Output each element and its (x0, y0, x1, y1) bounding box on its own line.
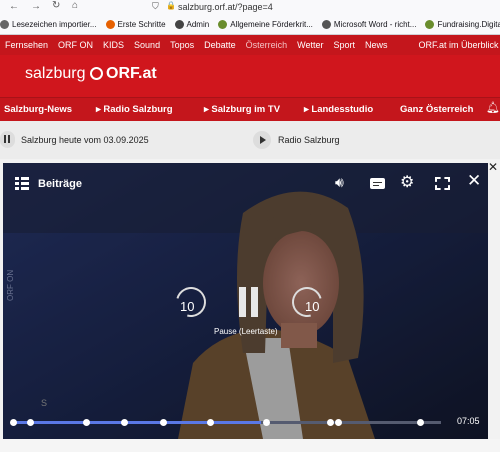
progress-track[interactable] (10, 419, 441, 426)
subnav-item[interactable]: Ganz Österreich (394, 104, 484, 115)
orf-nav-item[interactable]: Sound (134, 40, 160, 50)
pause-audio-button[interactable] (0, 131, 15, 148)
url-bar[interactable]: salzburg.orf.at/?page=4 (178, 2, 273, 12)
bookmark-label: Fundraising.Digital 20... (437, 20, 500, 29)
section-label[interactable]: Beiträge (38, 178, 82, 190)
bookmark-label: Microsoft Word - richt... (333, 20, 417, 29)
audio-row: Salzburg heute vom 03.09.2025 Radio Salz… (0, 121, 500, 159)
overlay-close-icon[interactable]: ✕ (488, 160, 498, 174)
pause-icon (4, 135, 6, 143)
close-icon[interactable]: ✕ (467, 171, 481, 191)
regional-subnav: Salzburg-News ▸ Radio Salzburg ▸ Salzburg … (0, 97, 500, 121)
home-icon[interactable]: ⌂ (72, 0, 78, 11)
video-player[interactable]: Beiträge 🔊︎ ⚙ ✕ ORF ON 10 10 Pause (Leer… (3, 163, 488, 439)
orf-nav-item[interactable]: KIDS (103, 40, 124, 50)
bookmark-item[interactable]: Admin (174, 20, 210, 29)
bookmark-label: Allgemeine Förderkrit... (230, 20, 313, 29)
subnav-item[interactable]: ▸ Landesstudio (298, 104, 394, 115)
pause-button[interactable] (237, 287, 261, 319)
shield-icon[interactable]: ⛉ (152, 1, 159, 12)
settings-gear-icon[interactable]: ⚙ (400, 172, 414, 192)
site-icon (425, 20, 435, 29)
folder-icon (174, 20, 184, 29)
subnav-item[interactable]: ▸ Radio Salzburg (90, 104, 198, 115)
bookmark-item[interactable]: Erste Schritte (105, 20, 166, 29)
station-letter: S (41, 398, 48, 408)
subnav-label: ▸ Landesstudio (304, 104, 374, 115)
subnav-label: Salzburg-News (4, 104, 73, 115)
subnav-item[interactable]: ▸ Salzburg im TV (198, 104, 298, 115)
bell-icon[interactable]: 🔔︎ (486, 101, 500, 114)
bookmark-item[interactable]: Microsoft Word - richt... (321, 20, 417, 29)
region-logo-text[interactable]: salzburg (25, 65, 85, 83)
chapter-marker[interactable] (416, 419, 424, 426)
orf-nav-item[interactable]: ORF ON (58, 40, 93, 50)
bookmark-label: Lesezeichen importier... (12, 20, 97, 29)
chapter-marker[interactable] (206, 419, 214, 426)
audio-right-label[interactable]: Radio Salzburg (278, 135, 340, 145)
bookmark-label: Admin (186, 20, 210, 29)
site-icon (218, 20, 228, 29)
import-icon (0, 20, 9, 29)
orf-nav-item[interactable]: News (365, 40, 388, 50)
progress-fill (13, 421, 262, 424)
chapter-marker[interactable] (10, 419, 17, 426)
duration-label: 07:05 (457, 416, 480, 426)
orf-top-nav: Fernsehen ORF ON KIDS Sound Topos Debatte Öste… (0, 35, 500, 55)
skip-forward-button[interactable]: 10 (286, 281, 328, 323)
bookmarks-bar: Lesezeichen importier... Erste Schritte Ad… (0, 15, 500, 35)
bookmark-item[interactable]: Fundraising.Digital 20... (425, 20, 500, 29)
orf-nav-item[interactable]: Sport (334, 40, 356, 50)
fullscreen-icon[interactable] (435, 177, 450, 190)
reload-icon[interactable]: ↻ (52, 0, 60, 11)
site-banner: salzburg ORF.at (0, 55, 500, 97)
bookmark-label: Erste Schritte (117, 20, 166, 29)
subnav-item[interactable]: Salzburg-News (0, 104, 90, 115)
orf-nav-item[interactable]: Debatte (204, 40, 236, 50)
pause-icon-bar (8, 135, 10, 143)
subnav-label: ▸ Radio Salzburg (96, 104, 173, 115)
pause-tooltip: Pause (Leertaste) (214, 327, 278, 336)
site-logo-text[interactable]: ORF.at (106, 65, 157, 83)
forward-icon[interactable]: → (31, 1, 41, 12)
chapter-marker[interactable] (159, 419, 167, 426)
page-footer-strip (0, 439, 500, 452)
pause-bar-right (251, 287, 258, 317)
orf-overview-link[interactable]: ORF.at im Überblick (419, 40, 499, 50)
lock-icon[interactable]: 🔒 (166, 1, 176, 10)
subnav-label: Ganz Österreich (400, 104, 474, 115)
bookmark-item[interactable]: Lesezeichen importier... (0, 20, 97, 29)
volume-icon[interactable]: 🔊︎ (335, 174, 344, 191)
skip-back-button[interactable]: 10 (170, 281, 212, 323)
play-radio-button[interactable] (253, 131, 271, 149)
firefox-icon (105, 20, 115, 29)
orf-nav-item[interactable]: Österreich (246, 40, 288, 50)
orf-on-watermark: ORF ON (6, 269, 15, 301)
chapter-marker[interactable] (82, 419, 90, 426)
globe-icon (321, 20, 331, 29)
bookmark-item[interactable]: Allgemeine Förderkrit... (218, 20, 313, 29)
orf-logo-icon[interactable] (90, 67, 103, 80)
back-icon[interactable]: ← (9, 1, 19, 12)
orf-nav-item[interactable]: Fernsehen (5, 40, 48, 50)
subnav-label: ▸ Salzburg im TV (204, 104, 281, 115)
orf-nav-item[interactable]: Topos (170, 40, 194, 50)
orf-nav-item[interactable]: Wetter (297, 40, 323, 50)
audio-left-label[interactable]: Salzburg heute vom 03.09.2025 (21, 135, 149, 145)
browser-toolbar: ← → ↻ ⌂ ⛉ 🔒 salzburg.orf.at/?page=4 (0, 0, 500, 15)
skip-back-label: 10 (180, 299, 195, 314)
skip-forward-label: 10 (305, 299, 320, 314)
chapter-marker[interactable] (326, 419, 334, 426)
play-icon (260, 136, 266, 144)
chapter-marker[interactable] (262, 419, 270, 426)
subtitles-icon[interactable] (370, 178, 385, 189)
pause-bar-left (239, 287, 246, 317)
